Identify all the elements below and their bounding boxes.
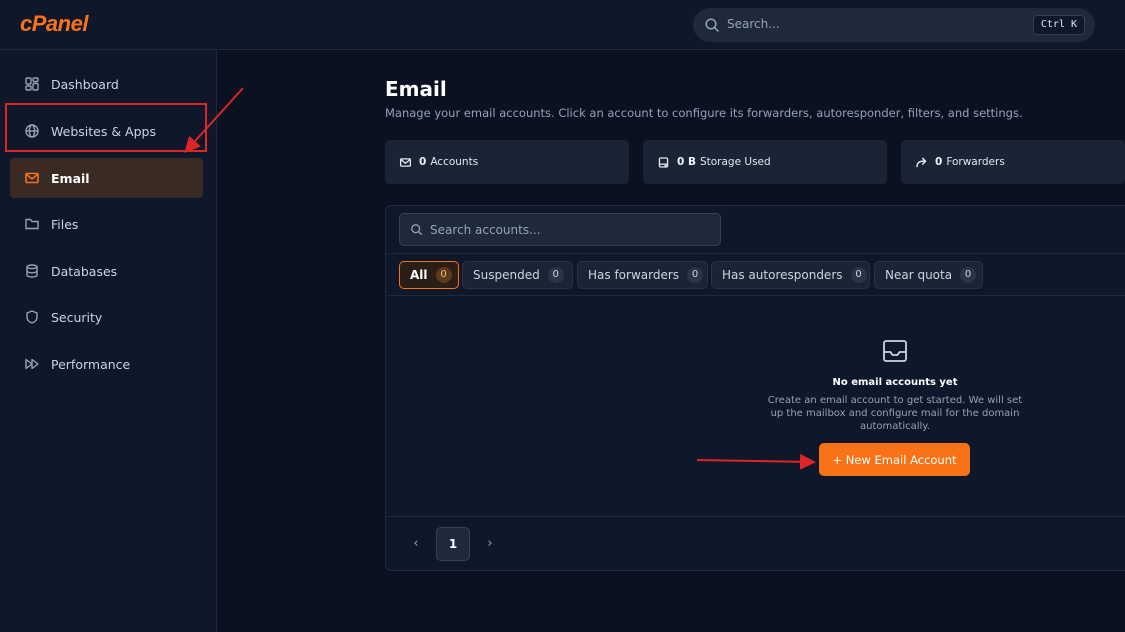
search-icon	[705, 18, 719, 32]
pagination-prev-button[interactable]: ‹	[406, 534, 426, 554]
mail-icon	[25, 172, 39, 184]
panel-divider	[386, 516, 1125, 517]
filter-tab-has-autoresponders[interactable]: Has autoresponders 0	[711, 261, 870, 289]
new-email-account-button[interactable]: + New Email Account	[819, 443, 970, 476]
folder-icon	[25, 218, 39, 230]
stat-label: Accounts	[430, 156, 479, 168]
accounts-search-box[interactable]	[399, 213, 721, 246]
cpanel-logo[interactable]: cPanel	[20, 11, 88, 37]
filter-count-badge: 0	[435, 267, 452, 283]
panel-divider	[386, 295, 1125, 296]
pagination-next-button[interactable]: ›	[480, 534, 500, 554]
accounts-search-input[interactable]	[430, 214, 710, 245]
stat-card-forwarders: 0 Forwarders	[901, 140, 1125, 184]
stat-value: 0	[419, 156, 427, 168]
email-nav-highlight-box	[5, 103, 207, 152]
sidebar-item-label: Dashboard	[51, 76, 119, 92]
sidebar-item-dashboard[interactable]: Dashboard	[10, 64, 203, 104]
filter-count-badge: 0	[850, 267, 867, 283]
database-icon	[26, 264, 38, 278]
sidebar-item-label: Files	[51, 216, 79, 232]
sidebar-item-label: Security	[51, 309, 103, 325]
panel-divider	[386, 253, 1125, 254]
accounts-panel: All 0 Suspended 0 Has forwarders 0 Has a…	[385, 205, 1125, 571]
sidebar-item-security[interactable]: Security	[10, 297, 203, 337]
page-title: Email	[385, 77, 447, 101]
forward-icon	[916, 157, 927, 167]
search-icon	[411, 224, 423, 236]
mail-icon	[399, 157, 412, 167]
top-bar: cPanel Search... Ctrl K	[0, 0, 1125, 50]
sidebar-item-label: Email	[51, 170, 90, 186]
stat-card-storage: 0 B Storage Used	[643, 140, 887, 184]
sidebar-item-files[interactable]: Files	[10, 204, 203, 244]
dashboard-icon	[25, 77, 39, 91]
inbox-icon	[883, 340, 907, 362]
hard-drive-icon	[658, 156, 669, 168]
filter-label: Has autoresponders	[722, 268, 843, 282]
empty-state-title: No email accounts yet	[832, 377, 958, 388]
filter-tab-suspended[interactable]: Suspended 0	[462, 261, 573, 289]
global-search-bar[interactable]: Search... Ctrl K	[693, 8, 1095, 42]
stat-label: Forwarders	[946, 156, 1005, 168]
search-shortcut-hint: Ctrl K	[1032, 15, 1085, 35]
sidebar-item-label: Databases	[51, 263, 118, 279]
stat-card-accounts: 0 Accounts	[385, 140, 629, 184]
filter-label: Suspended	[473, 268, 540, 282]
filter-count-badge: 0	[687, 267, 704, 283]
global-search-placeholder: Search...	[727, 17, 780, 31]
filter-tab-has-forwarders[interactable]: Has forwarders 0	[577, 261, 708, 289]
fast-forward-icon	[25, 358, 39, 370]
stat-label: Storage Used	[699, 156, 771, 168]
stat-value: 0	[935, 156, 943, 168]
filter-count-badge: 0	[547, 267, 564, 283]
filter-count-badge: 0	[960, 267, 977, 283]
filter-label: Has forwarders	[588, 268, 680, 282]
stat-value: 0 B	[677, 156, 696, 168]
filter-label: Near quota	[885, 268, 953, 282]
filter-tab-all[interactable]: All 0	[399, 261, 459, 289]
page-subtitle: Manage your email accounts. Click an acc…	[385, 106, 1023, 120]
shield-icon	[26, 310, 38, 324]
sidebar-item-email[interactable]: Email	[10, 158, 203, 198]
empty-state-description: Create an email account to get started. …	[767, 395, 1023, 432]
filter-tab-near-quota[interactable]: Near quota 0	[874, 261, 983, 289]
sidebar-item-performance[interactable]: Performance	[10, 344, 203, 384]
pagination-page-1[interactable]: 1	[436, 527, 470, 561]
sidebar-item-databases[interactable]: Databases	[10, 251, 203, 291]
filter-label: All	[410, 268, 428, 282]
sidebar-item-label: Performance	[51, 356, 131, 372]
